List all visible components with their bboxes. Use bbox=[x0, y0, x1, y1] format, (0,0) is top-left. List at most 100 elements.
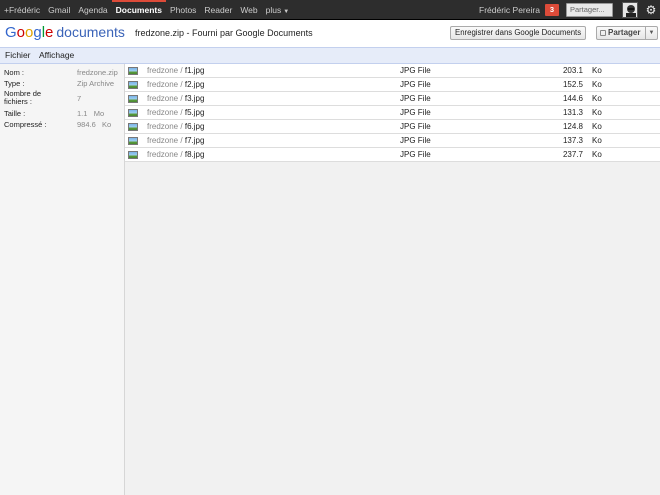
file-row[interactable]: fredzone / f2.jpg JPG File 152.5 Ko bbox=[125, 78, 660, 92]
file-list: fredzone / f1.jpg JPG File 203.1 Ko fredzone… bbox=[125, 64, 660, 495]
google-documents-logo[interactable]: Google documents bbox=[5, 24, 125, 41]
path-separator: / bbox=[180, 108, 183, 117]
file-type: JPG File bbox=[400, 136, 431, 145]
property-value: 1.1 Mo bbox=[77, 110, 104, 118]
menu-file[interactable]: Fichier bbox=[5, 48, 31, 63]
file-size: 237.7 bbox=[562, 150, 583, 159]
file-size-unit: Ko bbox=[592, 150, 602, 159]
file-type: JPG File bbox=[400, 122, 431, 131]
property-label: Nombre de fichiers : bbox=[4, 89, 42, 106]
size-unit: Mo bbox=[93, 109, 105, 118]
file-name[interactable]: f6.jpg bbox=[185, 122, 205, 131]
menu-view[interactable]: Affichage bbox=[39, 48, 74, 63]
share-input[interactable]: Partager... bbox=[566, 3, 613, 17]
nav-item-documents[interactable]: Documents bbox=[111, 0, 167, 20]
path-separator: / bbox=[180, 136, 183, 145]
file-row[interactable]: fredzone / f8.jpg JPG File 237.7 Ko bbox=[125, 148, 660, 162]
menu-bar: Fichier Affichage bbox=[0, 47, 660, 64]
file-size-unit: Ko bbox=[592, 122, 602, 131]
file-type: JPG File bbox=[400, 108, 431, 117]
file-row[interactable]: fredzone / f5.jpg JPG File 131.3 Ko bbox=[125, 106, 660, 120]
folder-name[interactable]: fredzone bbox=[147, 94, 178, 103]
image-file-icon bbox=[128, 95, 138, 103]
path-separator: / bbox=[180, 66, 183, 75]
nav-item-reader[interactable]: Reader bbox=[200, 0, 236, 20]
file-size: 152.5 bbox=[562, 80, 583, 89]
app-header: Google documents fredzone.zip - Fourni pa… bbox=[0, 21, 660, 47]
file-name[interactable]: f2.jpg bbox=[185, 80, 205, 89]
file-name[interactable]: f8.jpg bbox=[185, 150, 205, 159]
google-bar: +Frédéric Gmail Agenda Documents Photos Reade… bbox=[0, 0, 660, 20]
path-separator: / bbox=[180, 150, 183, 159]
share-button[interactable]: Partager bbox=[596, 26, 646, 40]
folder-name[interactable]: fredzone bbox=[147, 136, 178, 145]
user-name[interactable]: Frédéric Pereira bbox=[479, 0, 540, 20]
save-to-docs-button[interactable]: Enregistrer dans Google Documents bbox=[450, 26, 587, 40]
file-path[interactable]: fredzone / f3.jpg bbox=[147, 92, 204, 106]
nav-item-photos[interactable]: Photos bbox=[166, 0, 200, 20]
file-type: JPG File bbox=[400, 66, 431, 75]
properties-panel: Nom : fredzone.zip Type : Zip Archive No… bbox=[0, 64, 125, 495]
file-size-unit: Ko bbox=[592, 108, 602, 117]
page-title: fredzone.zip - Fourni par Google Documen… bbox=[135, 28, 313, 38]
chevron-down-icon[interactable]: ▼ bbox=[646, 26, 658, 40]
nav-item-web[interactable]: Web bbox=[236, 0, 261, 20]
folder-name[interactable]: fredzone bbox=[147, 108, 178, 117]
lock-icon bbox=[600, 30, 606, 36]
property-label: Type : bbox=[4, 79, 25, 88]
nav-item-agenda[interactable]: Agenda bbox=[74, 0, 111, 20]
compressed-unit: Ko bbox=[102, 120, 112, 129]
folder-name[interactable]: fredzone bbox=[147, 66, 178, 75]
file-type: JPG File bbox=[400, 94, 431, 103]
notification-count-badge[interactable]: 3 bbox=[545, 4, 559, 16]
folder-name[interactable]: fredzone bbox=[147, 150, 178, 159]
path-separator: / bbox=[180, 80, 183, 89]
file-name[interactable]: f5.jpg bbox=[185, 108, 205, 117]
file-name[interactable]: f1.jpg bbox=[185, 66, 205, 75]
file-path[interactable]: fredzone / f7.jpg bbox=[147, 134, 204, 148]
size-number: 1.1 bbox=[77, 109, 88, 118]
share-button-label: Partager bbox=[608, 28, 641, 37]
image-file-icon bbox=[128, 151, 138, 159]
gear-icon[interactable]: ⚙ bbox=[644, 2, 658, 18]
file-path[interactable]: fredzone / f8.jpg bbox=[147, 148, 204, 162]
file-name[interactable]: f3.jpg bbox=[185, 94, 205, 103]
file-path[interactable]: fredzone / f1.jpg bbox=[147, 64, 204, 78]
property-label: Compressé : bbox=[4, 120, 47, 129]
compressed-number: 984.6 bbox=[77, 120, 96, 129]
file-row[interactable]: fredzone / f6.jpg JPG File 124.8 Ko bbox=[125, 120, 660, 134]
folder-name[interactable]: fredzone bbox=[147, 80, 178, 89]
property-label: Nom : bbox=[4, 68, 25, 77]
property-value: Zip Archive bbox=[77, 79, 115, 88]
avatar-image-icon bbox=[623, 3, 637, 17]
file-rows: fredzone / f1.jpg JPG File 203.1 Ko fredzone… bbox=[125, 64, 660, 162]
file-name[interactable]: f7.jpg bbox=[185, 136, 205, 145]
file-type: JPG File bbox=[400, 80, 431, 89]
file-size-unit: Ko bbox=[592, 80, 602, 89]
google-bar-nav: +Frédéric Gmail Agenda Documents Photos Reade… bbox=[0, 0, 293, 20]
file-path[interactable]: fredzone / f5.jpg bbox=[147, 106, 204, 120]
folder-name[interactable]: fredzone bbox=[147, 122, 178, 131]
image-file-icon bbox=[128, 67, 138, 75]
file-row[interactable]: fredzone / f3.jpg JPG File 144.6 Ko bbox=[125, 92, 660, 106]
file-size: 203.1 bbox=[562, 66, 583, 75]
image-file-icon bbox=[128, 123, 138, 131]
property-label: Taille : bbox=[4, 109, 26, 118]
path-separator: / bbox=[180, 94, 183, 103]
file-size-unit: Ko bbox=[592, 66, 602, 75]
file-size-unit: Ko bbox=[592, 94, 602, 103]
file-size: 137.3 bbox=[562, 136, 583, 145]
image-file-icon bbox=[128, 137, 138, 145]
file-path[interactable]: fredzone / f6.jpg bbox=[147, 120, 204, 134]
property-value: 7 bbox=[77, 94, 82, 103]
file-row[interactable]: fredzone / f1.jpg JPG File 203.1 Ko bbox=[125, 64, 660, 78]
nav-item-plus[interactable]: plus ▼ bbox=[262, 0, 294, 20]
file-path[interactable]: fredzone / f2.jpg bbox=[147, 78, 204, 92]
avatar[interactable] bbox=[622, 2, 638, 18]
file-row[interactable]: fredzone / f7.jpg JPG File 137.3 Ko bbox=[125, 134, 660, 148]
nav-item-fr-d-ric[interactable]: +Frédéric bbox=[0, 0, 44, 20]
nav-item-gmail[interactable]: Gmail bbox=[44, 0, 74, 20]
file-size-unit: Ko bbox=[592, 136, 602, 145]
logo-google-word: Google bbox=[5, 24, 54, 41]
file-size: 144.6 bbox=[562, 94, 583, 103]
